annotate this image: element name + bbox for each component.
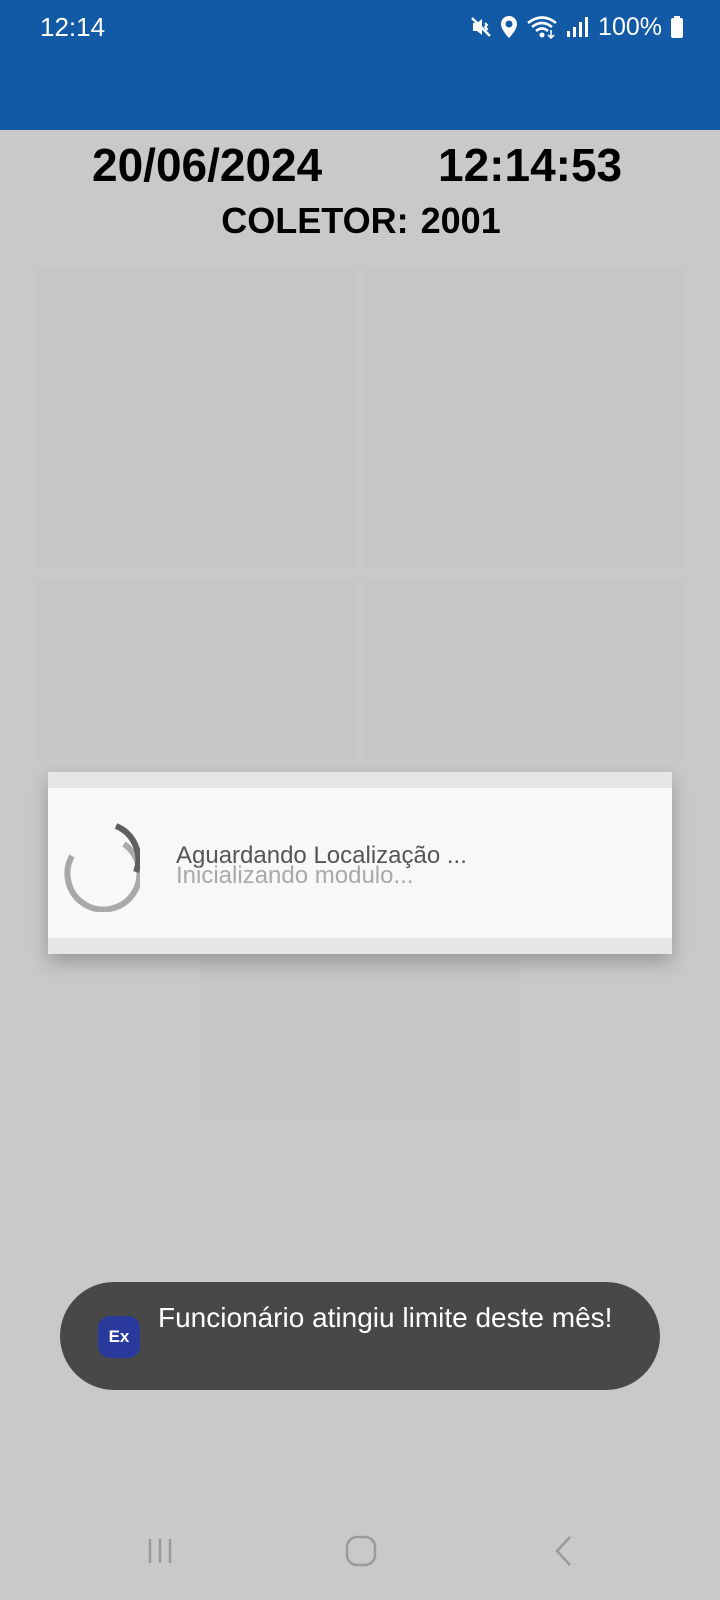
status-time: 12:14 [40, 12, 106, 42]
back-icon [552, 1534, 576, 1573]
background-panel [364, 580, 684, 760]
dialog-message-init: Inicializando modulo... [176, 862, 414, 889]
date-time-row: 20/06/2024 12:14:53 [0, 138, 720, 191]
loading-spinner-icon [62, 822, 143, 913]
back-button[interactable] [534, 1528, 594, 1578]
collector-id: 2001 [420, 200, 501, 241]
mute-vibrate-icon [470, 15, 492, 39]
recents-icon [145, 1536, 175, 1571]
signal-icon [566, 15, 589, 39]
app-bar: 12:14 100% [0, 0, 720, 130]
location-icon [500, 15, 518, 39]
background-panel [200, 960, 520, 1120]
status-icons: 100% [470, 12, 684, 42]
collector-info: COLETOR: 2001 [0, 200, 720, 242]
toast-message: Funcionário atingiu limite deste mês! [158, 1302, 613, 1333]
current-time: 12:14:53 [438, 139, 623, 191]
wifi-icon [526, 15, 558, 39]
navigation-bar [0, 1510, 720, 1600]
recents-button[interactable] [130, 1528, 190, 1578]
battery-icon [670, 15, 684, 39]
home-button[interactable] [331, 1528, 391, 1578]
app-icon: Ex [98, 1316, 140, 1358]
battery-percentage: 100% [598, 12, 662, 41]
current-date: 20/06/2024 [92, 139, 323, 191]
background-panel [36, 580, 356, 760]
home-icon [344, 1534, 378, 1573]
background-panel [364, 268, 684, 568]
toast-notification: Ex Funcionário atingiu limite deste mês! [60, 1282, 660, 1390]
background-panel [36, 268, 356, 568]
collector-label: COLETOR: [221, 200, 409, 241]
